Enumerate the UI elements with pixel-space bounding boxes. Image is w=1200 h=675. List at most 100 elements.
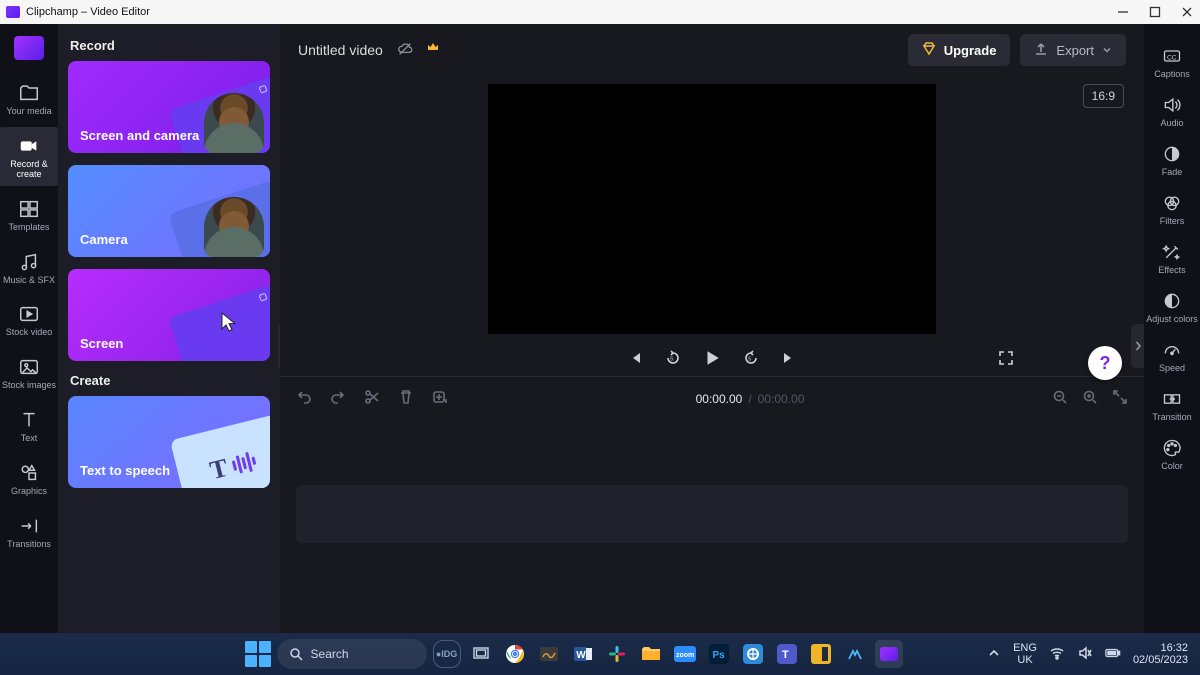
window-close-button[interactable] bbox=[1180, 5, 1194, 19]
card-camera[interactable]: Camera bbox=[68, 165, 270, 257]
fullscreen-button[interactable] bbox=[998, 350, 1014, 366]
window-titlebar: Clipchamp – Video Editor bbox=[0, 0, 1200, 24]
taskbar-app-nordvpn[interactable] bbox=[841, 640, 869, 668]
prop-item-effects[interactable]: Effects bbox=[1144, 234, 1200, 281]
prop-label: Transition bbox=[1152, 412, 1191, 422]
cloud-sync-off-icon[interactable] bbox=[397, 41, 413, 60]
rail-item-record-create[interactable]: Record & create bbox=[0, 127, 58, 186]
redo-button[interactable] bbox=[330, 389, 346, 410]
upgrade-button[interactable]: Upgrade bbox=[908, 34, 1011, 66]
svg-text:zoom: zoom bbox=[676, 652, 694, 659]
upload-icon bbox=[1034, 42, 1048, 59]
taskbar-app-taskview[interactable] bbox=[467, 640, 495, 668]
timeline-track[interactable] bbox=[296, 485, 1128, 543]
rail-item-stock-video[interactable]: Stock video bbox=[0, 295, 58, 344]
language-indicator[interactable]: ENG UK bbox=[1013, 642, 1037, 666]
wifi-icon[interactable] bbox=[1049, 645, 1065, 664]
taskbar-app-slack[interactable] bbox=[603, 640, 631, 668]
panel-record-header: Record bbox=[70, 38, 270, 53]
prop-item-fade[interactable]: Fade bbox=[1144, 136, 1200, 183]
battery-icon[interactable] bbox=[1105, 645, 1121, 664]
rail-label: Text bbox=[21, 434, 38, 444]
taskbar-app-word[interactable]: W bbox=[569, 640, 597, 668]
rail-label: Graphics bbox=[11, 487, 47, 497]
taskbar-search-placeholder: Search bbox=[311, 647, 349, 661]
prop-item-captions[interactable]: CC Captions bbox=[1144, 38, 1200, 85]
clipchamp-logo-icon bbox=[14, 36, 44, 60]
property-rail-collapse-button[interactable] bbox=[1131, 324, 1144, 368]
play-button[interactable] bbox=[703, 349, 721, 367]
svg-text:T: T bbox=[782, 649, 789, 661]
zoom-fit-button[interactable] bbox=[1112, 389, 1128, 410]
rail-label: Your media bbox=[6, 107, 51, 117]
card-text-to-speech[interactable]: T Text to speech bbox=[68, 396, 270, 488]
window-minimize-button[interactable] bbox=[1116, 5, 1130, 19]
undo-button[interactable] bbox=[296, 389, 312, 410]
prop-item-color[interactable]: Color bbox=[1144, 430, 1200, 477]
app-logo-icon bbox=[6, 6, 20, 18]
prop-item-speed[interactable]: Speed bbox=[1144, 332, 1200, 379]
export-button[interactable]: Export bbox=[1020, 34, 1126, 66]
rewind-button[interactable]: 5 bbox=[665, 350, 681, 366]
prop-label: Effects bbox=[1158, 265, 1185, 275]
card-screen-and-camera[interactable]: Screen and camera bbox=[68, 61, 270, 153]
taskbar-app-zoom[interactable]: zoom bbox=[671, 640, 699, 668]
start-button[interactable] bbox=[245, 641, 271, 667]
svg-text:CC: CC bbox=[1167, 54, 1177, 61]
taskbar-app-generic2[interactable] bbox=[807, 640, 835, 668]
rail-item-stock-images[interactable]: Stock images bbox=[0, 348, 58, 397]
rail-label: Transitions bbox=[7, 540, 51, 550]
card-screen[interactable]: Screen bbox=[68, 269, 270, 361]
taskbar-app-generic1[interactable] bbox=[535, 640, 563, 668]
taskbar-app-snagit[interactable] bbox=[739, 640, 767, 668]
taskbar-app-photoshop[interactable]: Ps bbox=[705, 640, 733, 668]
skip-start-button[interactable] bbox=[627, 350, 643, 366]
taskbar-app-idg[interactable]: ●IDG bbox=[433, 640, 461, 668]
rail-label: Record & create bbox=[0, 160, 58, 180]
tray-overflow-button[interactable] bbox=[987, 646, 1001, 663]
card-title: Text to speech bbox=[80, 463, 170, 478]
add-track-button[interactable] bbox=[432, 389, 448, 410]
window-maximize-button[interactable] bbox=[1148, 5, 1162, 19]
project-title[interactable]: Untitled video bbox=[298, 42, 383, 58]
rail-item-templates[interactable]: Templates bbox=[0, 190, 58, 239]
premium-crown-icon bbox=[427, 42, 439, 55]
prop-item-audio[interactable]: Audio bbox=[1144, 87, 1200, 134]
delete-button[interactable] bbox=[398, 389, 414, 410]
windows-taskbar: Search ●IDG W zoom Ps T ENG UK 16:32 02/… bbox=[0, 633, 1200, 675]
svg-text:Ps: Ps bbox=[712, 650, 725, 661]
forward-button[interactable]: 5 bbox=[743, 350, 759, 366]
rail-item-text[interactable]: Text bbox=[0, 401, 58, 450]
taskbar-app-explorer[interactable] bbox=[637, 640, 665, 668]
zoom-out-button[interactable] bbox=[1052, 389, 1068, 410]
rail-item-transitions[interactable]: Transitions bbox=[0, 507, 58, 556]
aspect-ratio-button[interactable]: 16:9 bbox=[1083, 84, 1124, 108]
zoom-in-button[interactable] bbox=[1082, 389, 1098, 410]
chevron-down-icon bbox=[1102, 45, 1112, 55]
rail-label: Stock video bbox=[6, 328, 53, 338]
prop-item-transition[interactable]: Transition bbox=[1144, 381, 1200, 428]
rail-item-your-media[interactable]: Your media bbox=[0, 74, 58, 123]
avatar-icon bbox=[204, 197, 264, 257]
rail-item-graphics[interactable]: Graphics bbox=[0, 454, 58, 503]
taskbar-app-chrome[interactable] bbox=[501, 640, 529, 668]
clock-date: 02/05/2023 bbox=[1133, 654, 1188, 666]
help-button[interactable]: ? bbox=[1088, 346, 1122, 380]
card-title: Screen bbox=[80, 336, 123, 351]
panel-create-header: Create bbox=[70, 373, 270, 388]
upgrade-label: Upgrade bbox=[944, 43, 997, 58]
export-label: Export bbox=[1056, 43, 1094, 58]
volume-icon[interactable] bbox=[1077, 645, 1093, 664]
taskbar-search[interactable]: Search bbox=[277, 639, 427, 669]
rail-item-music-sfx[interactable]: Music & SFX bbox=[0, 243, 58, 292]
taskbar-app-clipchamp[interactable] bbox=[875, 640, 903, 668]
split-button[interactable] bbox=[364, 389, 380, 410]
prop-item-filters[interactable]: Filters bbox=[1144, 185, 1200, 232]
prop-item-adjust-colors[interactable]: Adjust colors bbox=[1144, 283, 1200, 330]
card-title: Camera bbox=[80, 232, 128, 247]
video-preview[interactable] bbox=[488, 84, 936, 334]
taskbar-app-teams[interactable]: T bbox=[773, 640, 801, 668]
taskbar-clock[interactable]: 16:32 02/05/2023 bbox=[1133, 642, 1188, 666]
skip-end-button[interactable] bbox=[781, 350, 797, 366]
timecode-current: 00:00.00 bbox=[696, 392, 743, 406]
